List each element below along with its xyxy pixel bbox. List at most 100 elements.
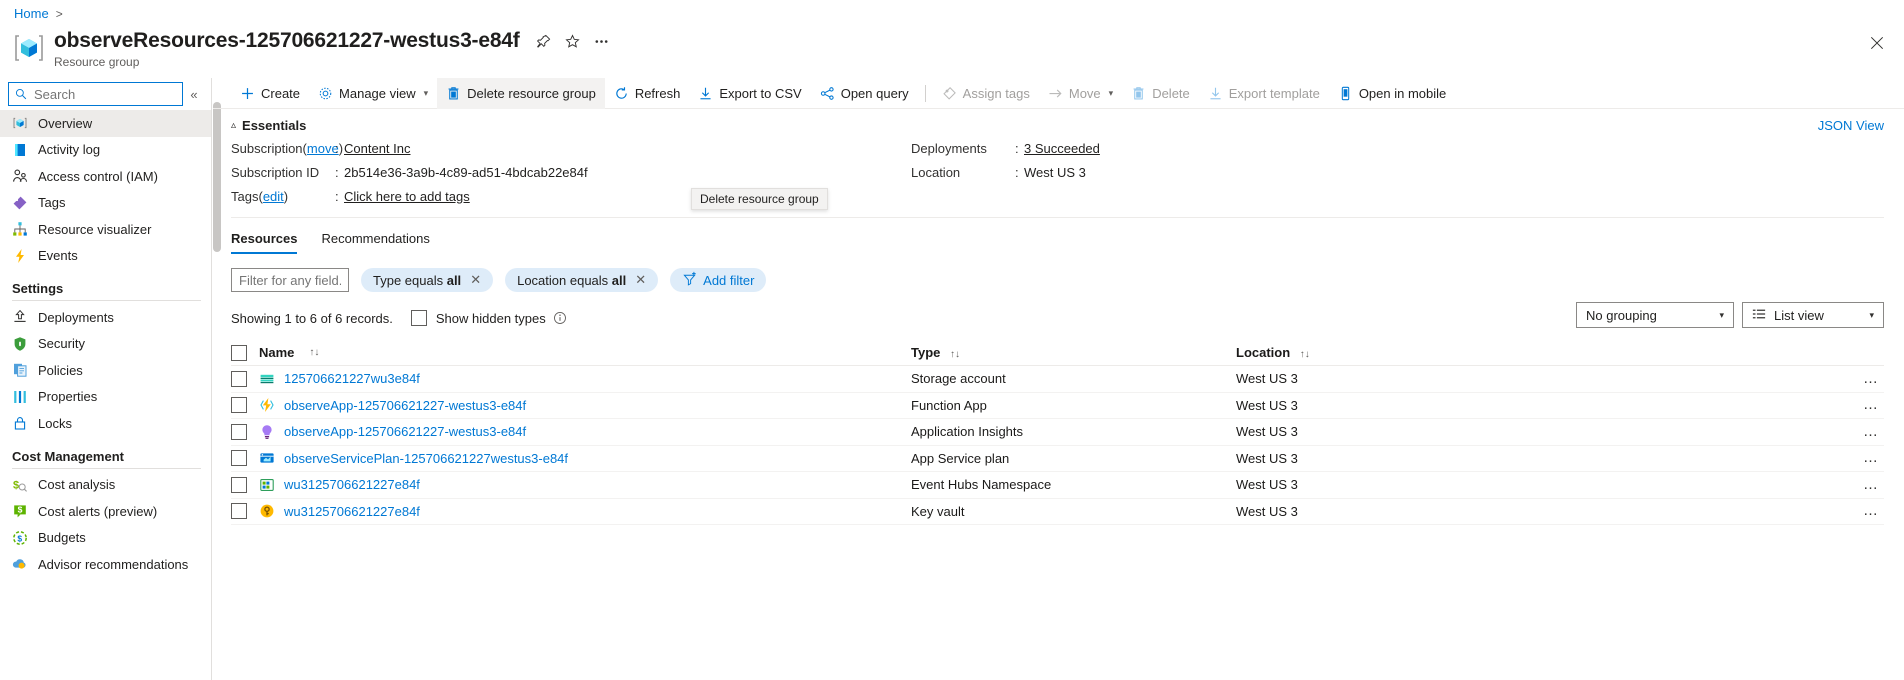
sidebar-item-activity-log[interactable]: Activity log — [0, 137, 211, 164]
column-header-name[interactable]: Name ↑↓ — [259, 345, 911, 360]
essentials-value[interactable]: Click here to add tags — [344, 189, 470, 205]
toolbar-button-manage-view[interactable]: Manage view ▾ — [309, 78, 437, 109]
sidebar-item-advisor-recommendations[interactable]: Advisor recommendations — [0, 551, 211, 578]
events-icon — [12, 248, 28, 264]
essentials-value: West US 3 — [1024, 165, 1086, 180]
essentials-toggle[interactable]: ▵ Essentials — [231, 118, 1904, 133]
essentials-label-action[interactable]: edit — [263, 189, 284, 204]
toolbar-button-export-to-csv[interactable]: Export to CSV — [689, 78, 810, 109]
row-checkbox[interactable] — [231, 397, 247, 414]
search-box[interactable] — [8, 82, 183, 106]
add-filter-button[interactable]: Add filter — [670, 268, 767, 292]
chevron-double-left-icon[interactable]: « — [183, 87, 205, 102]
cell-type: Key vault — [911, 503, 965, 519]
sidebar-item-resource-visualizer[interactable]: Resource visualizer — [0, 216, 211, 243]
cell-location: West US 3 — [1236, 450, 1298, 466]
sidebar-item-security[interactable]: Security — [0, 331, 211, 358]
command-toolbar: Create Manage view ▾ Delete resource group R… — [213, 78, 1904, 109]
sidebar-item-cost-analysis[interactable]: $ Cost analysis — [0, 472, 211, 499]
row-ellipsis-icon[interactable]: … — [1863, 503, 1880, 518]
toolbar-button-refresh[interactable]: Refresh — [605, 78, 690, 109]
sidebar-item-tags[interactable]: Tags — [0, 190, 211, 217]
row-ellipsis-icon[interactable]: … — [1863, 424, 1880, 439]
essentials-label-action[interactable]: move — [307, 141, 339, 156]
close-icon[interactable] — [1864, 30, 1890, 56]
close-icon[interactable]: ✕ — [635, 272, 646, 288]
essentials-panel: ▵ Essentials JSON View Subscription(move… — [213, 109, 1904, 205]
resources-table: Name ↑↓ Type ↑↓ Location ↑↓ 125706621227… — [231, 340, 1884, 525]
sidebar-item-label: Access control (IAM) — [38, 168, 158, 184]
more-options-icon[interactable] — [594, 34, 609, 53]
row-checkbox[interactable] — [231, 476, 247, 493]
sidebar-item-cost-alerts-preview[interactable]: $ Cost alerts (preview) — [0, 498, 211, 525]
toolbar-button-delete-resource-group[interactable]: Delete resource group — [437, 78, 605, 109]
close-icon[interactable]: ✕ — [470, 272, 481, 288]
view-dropdown[interactable]: List view ▾ — [1742, 302, 1884, 328]
column-header-type[interactable]: Type ↑↓ — [911, 345, 1236, 360]
resource-link[interactable]: observeServicePlan-125706621227westus3-e… — [284, 451, 568, 466]
toolbar-button-label: Export template — [1228, 85, 1320, 101]
row-checkbox[interactable] — [231, 503, 247, 520]
toolbar-button-create[interactable]: Create — [231, 78, 309, 109]
row-checkbox[interactable] — [231, 423, 247, 440]
resource-link[interactable]: 125706621227wu3e84f — [284, 371, 420, 386]
show-hidden-types-checkbox[interactable] — [410, 310, 427, 326]
toolbar-separator — [924, 84, 926, 102]
row-ellipsis-icon[interactable]: … — [1863, 450, 1880, 465]
column-label: Name — [259, 345, 295, 360]
sidebar-item-locks[interactable]: Locks — [0, 410, 211, 437]
sort-icon: ↑↓ — [1299, 349, 1310, 360]
essentials-value[interactable]: 3 Succeeded — [1024, 141, 1100, 157]
toolbar-button-open-in-mobile[interactable]: Open in mobile — [1329, 78, 1455, 109]
essentials-separator: : — [335, 141, 339, 156]
sidebar-item-properties[interactable]: Properties — [0, 384, 211, 411]
table-row[interactable]: observeApp-125706621227-westus3-e84f Appl… — [231, 419, 1884, 446]
star-icon[interactable] — [564, 34, 580, 53]
essentials-value[interactable]: Content Inc — [344, 141, 411, 157]
table-row[interactable]: 125706621227wu3e84f Storage account West U… — [231, 366, 1884, 393]
filter-pill[interactable]: Location equals all ✕ — [505, 268, 659, 292]
column-header-location[interactable]: Location ↑↓ — [1236, 345, 1486, 360]
breadcrumb-item-home[interactable]: Home — [14, 6, 49, 21]
sidebar-item-overview[interactable]: Overview — [0, 110, 211, 137]
sidebar-item-deployments[interactable]: Deployments — [0, 304, 211, 331]
essentials-row: Subscription(move): Content Inc — [231, 141, 911, 157]
cell-type: App Service plan — [911, 450, 1010, 466]
filter-pill[interactable]: Type equals all ✕ — [361, 268, 494, 292]
row-ellipsis-icon[interactable]: … — [1863, 371, 1880, 386]
open-query-icon — [820, 86, 835, 101]
table-row[interactable]: wu3125706621227e84f Key vault West US 3… — [231, 499, 1884, 525]
row-checkbox[interactable] — [231, 370, 247, 387]
resource-link[interactable]: wu3125706621227e84f — [284, 477, 420, 492]
sidebar-item-events[interactable]: Events — [0, 243, 211, 270]
pin-icon[interactable] — [536, 34, 551, 53]
sidebar-item-budgets[interactable]: $ Budgets — [0, 525, 211, 552]
info-icon[interactable] — [553, 311, 567, 325]
cell-location: West US 3 — [1236, 397, 1298, 413]
tab-recommendations[interactable]: Recommendations — [321, 231, 429, 254]
json-view-link[interactable]: JSON View — [1818, 118, 1884, 133]
search-input[interactable] — [32, 85, 176, 103]
tab-resources[interactable]: Resources — [231, 231, 298, 254]
toolbar-button-open-query[interactable]: Open query — [811, 78, 918, 109]
table-row[interactable]: observeApp-125706621227-westus3-e84f Func… — [231, 393, 1884, 419]
filter-input[interactable] — [231, 268, 349, 292]
table-row[interactable]: observeServicePlan-125706621227westus3-e… — [231, 446, 1884, 472]
essentials-right-column: Deployments:3 Succeeded Location: West US … — [911, 141, 1100, 205]
row-ellipsis-icon[interactable]: … — [1863, 397, 1880, 412]
table-row[interactable]: wu3125706621227e84f Event Hubs Namespace W… — [231, 472, 1884, 499]
sidebar-item-access-control-iam[interactable]: Access control (IAM) — [0, 163, 211, 190]
row-checkbox[interactable] — [231, 450, 247, 467]
resource-link[interactable]: observeApp-125706621227-westus3-e84f — [284, 398, 526, 413]
grouping-dropdown[interactable]: No grouping ▾ — [1576, 302, 1734, 328]
row-select-cell — [231, 423, 259, 440]
row-ellipsis-icon[interactable]: … — [1863, 477, 1880, 492]
sidebar-item-policies[interactable]: Policies — [0, 357, 211, 384]
cell-location: West US 3 — [1236, 424, 1298, 440]
resource-link[interactable]: observeApp-125706621227-westus3-e84f — [284, 424, 526, 439]
essentials-heading: Essentials — [242, 118, 307, 133]
resource-link[interactable]: wu3125706621227e84f — [284, 504, 420, 519]
app-service-plan-icon — [259, 450, 275, 466]
select-all-checkbox[interactable] — [231, 344, 247, 361]
trash-icon — [1131, 86, 1146, 101]
